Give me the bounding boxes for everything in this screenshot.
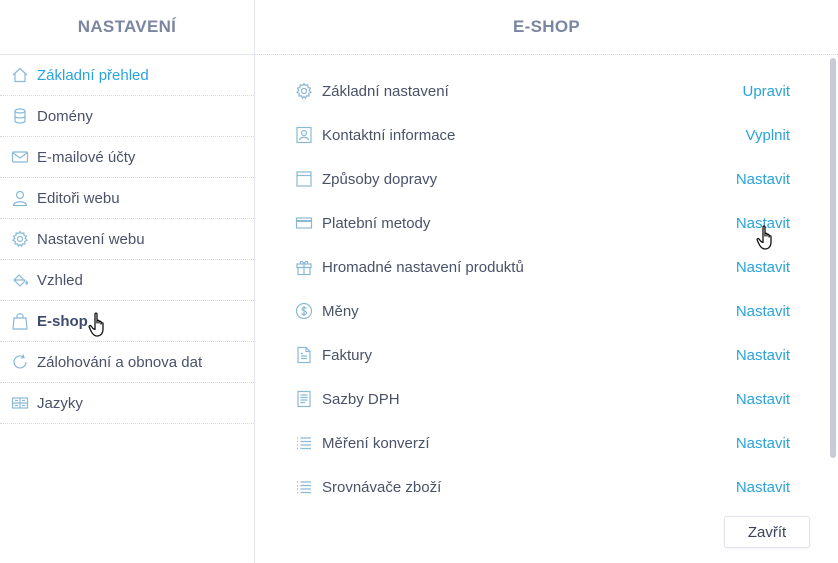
sidebar-item-label: E-shop (37, 312, 88, 330)
list-item-srovnavace-zbozi: Srovnávače zboží Nastavit (295, 465, 790, 509)
paint-bucket-icon (11, 271, 29, 289)
sidebar-item-label: Zálohování a obnova dat (37, 353, 203, 371)
list-item-label: Faktury (322, 346, 373, 364)
currency-icon (295, 302, 313, 320)
language-flag-icon (11, 394, 29, 412)
sidebar-header: NASTAVENÍ (0, 0, 254, 55)
tax-document-icon (295, 390, 313, 408)
nastavit-link[interactable]: Nastavit (736, 435, 790, 452)
sidebar-item-label: Domény (37, 107, 93, 125)
list-item-sazby-dph: Sazby DPH Nastavit (295, 377, 790, 421)
nastavit-link[interactable]: Nastavit (736, 479, 790, 496)
sidebar-item-label: Editoři webu (37, 189, 120, 207)
sidebar-item-label: Základní přehled (37, 66, 149, 84)
sidebar-item-jazyky[interactable]: Jazyky (0, 383, 254, 424)
scrollbar[interactable] (829, 56, 837, 496)
nastavit-link[interactable]: Nastavit (736, 391, 790, 408)
list-item-label: Srovnávače zboží (322, 478, 442, 496)
sidebar-item-label: E-mailové účty (37, 148, 136, 166)
shopping-bag-icon (11, 312, 29, 330)
list-item-label: Platební metody (322, 214, 431, 232)
gear-icon (295, 82, 313, 100)
list-item-zakladni-nastaveni: Základní nastavení Upravit (295, 69, 790, 113)
list-item-label: Způsoby dopravy (322, 170, 438, 188)
gift-icon (295, 258, 313, 276)
contact-card-icon (295, 126, 313, 144)
list-item-label: Měny (322, 302, 359, 320)
nastavit-link[interactable]: Nastavit (736, 303, 790, 320)
nastavit-link[interactable]: Nastavit (736, 347, 790, 364)
list-item-meny: Měny Nastavit (295, 289, 790, 333)
sidebar-item-emailove-ucty[interactable]: E-mailové účty (0, 137, 254, 178)
list-item-platebni-metody: Platební metody Nastavit (295, 201, 790, 245)
sidebar-item-domeny[interactable]: Domény (0, 96, 254, 137)
settings-list: Základní nastavení Upravit Kontaktní inf… (295, 69, 790, 509)
user-icon (11, 189, 29, 207)
sidebar-item-zalohovani[interactable]: Zálohování a obnova dat (0, 342, 254, 383)
close-button[interactable]: Zavřít (724, 516, 810, 548)
nastavit-link[interactable]: Nastavit (736, 259, 790, 276)
sidebar-item-label: Jazyky (37, 394, 83, 412)
list-item-label: Měření konverzí (322, 434, 430, 452)
list-item-label: Sazby DPH (322, 390, 400, 408)
scrollbar-thumb[interactable] (830, 58, 836, 458)
page-title: E-SHOP (513, 17, 580, 36)
list-icon (295, 478, 313, 496)
hand-cursor-icon (756, 225, 772, 250)
box-icon (295, 170, 313, 188)
sidebar-item-e-shop[interactable]: E-shop (0, 301, 254, 342)
list-item-zpusoby-dopravy: Způsoby dopravy Nastavit (295, 157, 790, 201)
invoice-icon (295, 346, 313, 364)
vyplnit-link[interactable]: Vyplnit (746, 127, 790, 144)
list-item-label: Kontaktní informace (322, 126, 456, 144)
sidebar-item-label: Nastavení webu (37, 230, 145, 248)
home-icon (11, 66, 29, 84)
envelope-icon (11, 148, 29, 166)
upravit-link[interactable]: Upravit (742, 83, 790, 100)
refresh-icon (11, 353, 29, 371)
sidebar-nav: Základní přehled Domény E-mailové účty E… (0, 55, 254, 424)
sidebar-item-label: Vzhled (37, 271, 83, 289)
gear-icon (11, 230, 29, 248)
list-icon (295, 434, 313, 452)
sidebar-item-editori-webu[interactable]: Editoři webu (0, 178, 254, 219)
list-item-hromadne-nastaveni: Hromadné nastavení produktů Nastavit (295, 245, 790, 289)
list-item-label: Základní nastavení (322, 82, 449, 100)
credit-card-icon (295, 214, 313, 232)
list-item-mereni-konverzi: Měření konverzí Nastavit (295, 421, 790, 465)
sidebar-title: NASTAVENÍ (77, 17, 177, 36)
e-shop-panel: E-SHOP Základní nastavení Upravit Kontak… (255, 0, 838, 563)
hand-cursor-icon (88, 312, 104, 337)
list-item-faktury: Faktury Nastavit (295, 333, 790, 377)
nastavit-link[interactable]: Nastavit (736, 171, 790, 188)
database-icon (11, 107, 29, 125)
panel-header: E-SHOP (255, 0, 838, 55)
settings-sidebar: NASTAVENÍ Základní přehled Domény E-mail… (0, 0, 255, 563)
list-item-kontaktni-informace: Kontaktní informace Vyplnit (295, 113, 790, 157)
sidebar-item-zakladni-prehled[interactable]: Základní přehled (0, 55, 254, 96)
list-item-label: Hromadné nastavení produktů (322, 258, 524, 276)
sidebar-item-nastaveni-webu[interactable]: Nastavení webu (0, 219, 254, 260)
sidebar-item-vzhled[interactable]: Vzhled (0, 260, 254, 301)
